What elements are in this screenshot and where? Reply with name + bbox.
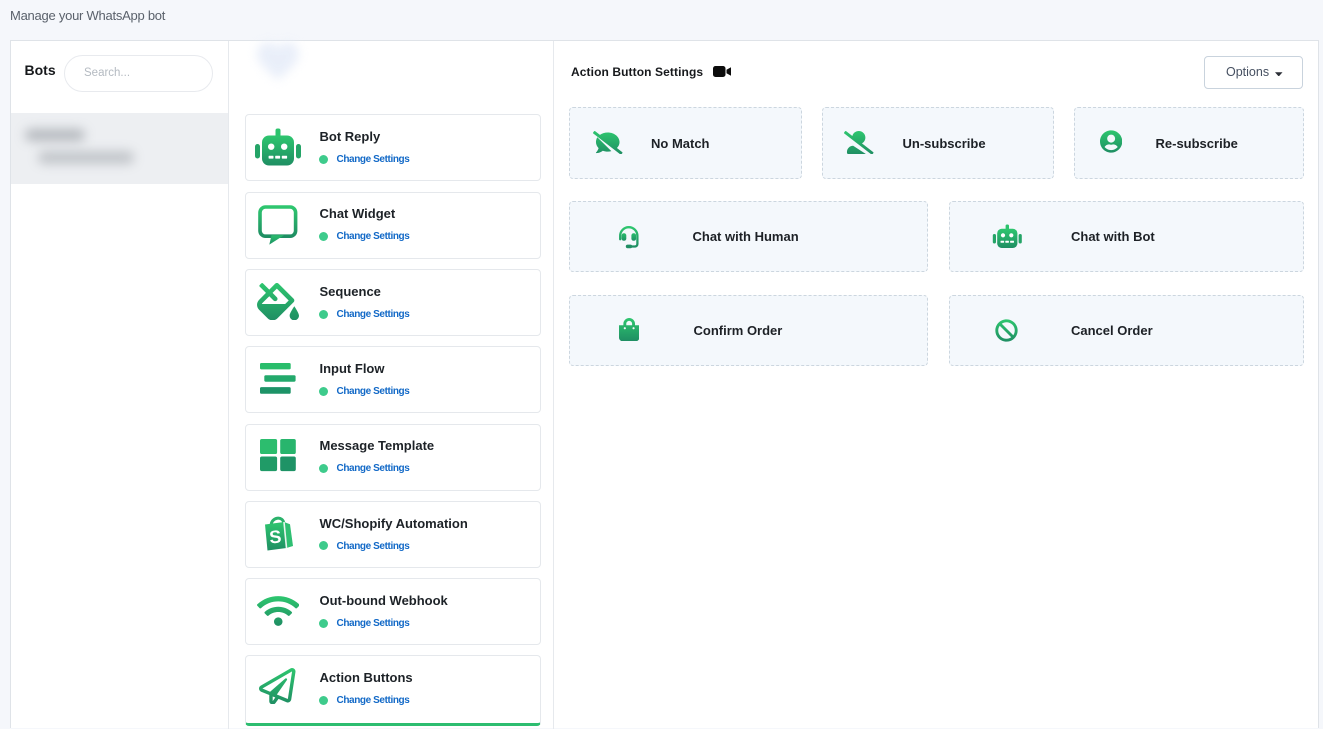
svg-text:S: S	[268, 526, 282, 547]
